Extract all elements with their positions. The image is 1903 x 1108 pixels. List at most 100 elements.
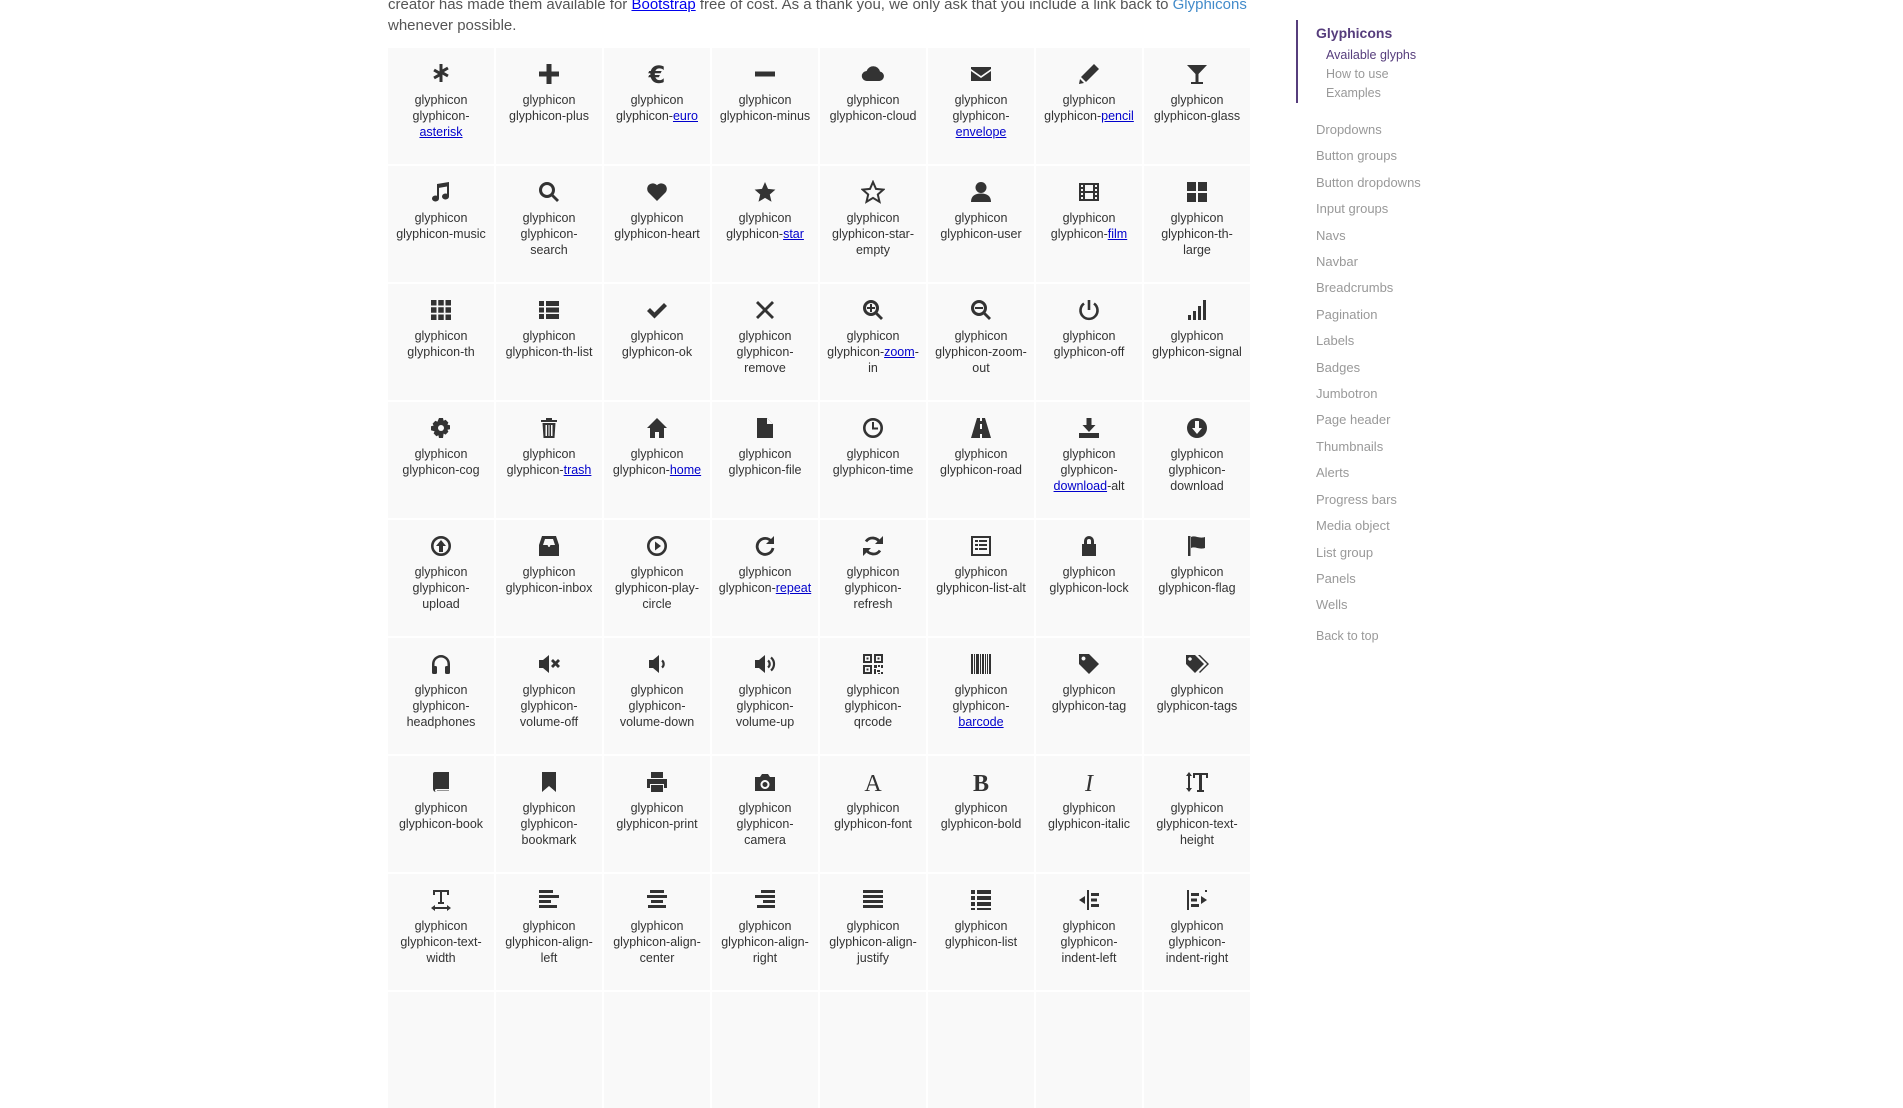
glyph-cell-text-width[interactable]: glyphicon glyphicon-text-width: [388, 874, 494, 990]
glyph-cell-camera[interactable]: glyphicon glyphicon-camera: [712, 756, 818, 872]
glyph-name-link[interactable]: barcode: [958, 715, 1003, 729]
glyph-cell-volume-up[interactable]: glyphicon glyphicon-volume-up: [712, 638, 818, 754]
glyph-cell-volume-off[interactable]: glyphicon glyphicon-volume-off: [496, 638, 602, 754]
glyph-cell-road[interactable]: glyphicon glyphicon-road: [928, 402, 1034, 518]
glyph-cell-inbox[interactable]: glyphicon glyphicon-inbox: [496, 520, 602, 636]
glyph-cell-align-right[interactable]: glyphicon glyphicon-align-right: [712, 874, 818, 990]
sidenav-item-navbar[interactable]: Navbar: [1296, 249, 1496, 275]
glyph-cell-cloud[interactable]: glyphicon glyphicon-cloud: [820, 48, 926, 164]
glyph-cell-volume-down[interactable]: glyphicon glyphicon-volume-down: [604, 638, 710, 754]
sidenav-item-dropdowns[interactable]: Dropdowns: [1296, 117, 1496, 143]
glyph-cell-font[interactable]: Aglyphicon glyphicon-font: [820, 756, 926, 872]
glyph-cell-th-list[interactable]: glyphicon glyphicon-th-list: [496, 284, 602, 400]
glyph-cell-file[interactable]: glyphicon glyphicon-file: [712, 402, 818, 518]
glyph-cell-music[interactable]: glyphicon glyphicon-music: [388, 166, 494, 282]
glyph-cell-upload[interactable]: glyphicon glyphicon-upload: [388, 520, 494, 636]
sidenav-sub-examples[interactable]: Examples: [1316, 84, 1496, 103]
glyph-cell-bold[interactable]: Bglyphicon glyphicon-bold: [928, 756, 1034, 872]
sidenav-item-list-group[interactable]: List group: [1296, 540, 1496, 566]
sidenav-item-breadcrumbs[interactable]: Breadcrumbs: [1296, 275, 1496, 301]
glyph-name-link[interactable]: pencil: [1101, 109, 1134, 123]
glyph-cell-indent-right[interactable]: glyphicon glyphicon-indent-right: [1144, 874, 1250, 990]
glyph-name-link[interactable]: zoom: [884, 345, 915, 359]
glyph-name-link[interactable]: film: [1108, 227, 1127, 241]
glyph-name-link[interactable]: trash: [564, 463, 592, 477]
glyph-cell-asterisk[interactable]: glyphicon glyphicon-asterisk: [388, 48, 494, 164]
glyph-name-link[interactable]: download: [1054, 479, 1108, 493]
sidenav-item-media-object[interactable]: Media object: [1296, 513, 1496, 539]
glyph-cell-download-alt[interactable]: glyphicon glyphicon-download-alt: [1036, 402, 1142, 518]
glyph-cell-zoom-out[interactable]: glyphicon glyphicon-zoom-out: [928, 284, 1034, 400]
sidenav-item-badges[interactable]: Badges: [1296, 355, 1496, 381]
glyph-cell-th-large[interactable]: glyphicon glyphicon-th-large: [1144, 166, 1250, 282]
glyph-cell-tags[interactable]: glyphicon glyphicon-tags: [1144, 638, 1250, 754]
glyph-cell-zoom-in[interactable]: glyphicon glyphicon-zoom-in: [820, 284, 926, 400]
glyph-cell-repeat[interactable]: glyphicon glyphicon-repeat: [712, 520, 818, 636]
glyph-cell-flag[interactable]: glyphicon glyphicon-flag: [1144, 520, 1250, 636]
sidenav-item-navs[interactable]: Navs: [1296, 223, 1496, 249]
glyph-cell-bookmark[interactable]: glyphicon glyphicon-bookmark: [496, 756, 602, 872]
bootstrap-link[interactable]: Bootstrap: [631, 0, 695, 13]
glyph-cell-th[interactable]: glyphicon glyphicon-th: [388, 284, 494, 400]
glyph-cell-time[interactable]: glyphicon glyphicon-time: [820, 402, 926, 518]
sidenav-item-labels[interactable]: Labels: [1296, 328, 1496, 354]
glyph-cell-list[interactable]: glyphicon glyphicon-list: [928, 874, 1034, 990]
glyph-cell-lock[interactable]: glyphicon glyphicon-lock: [1036, 520, 1142, 636]
sidenav-sub-how-to-use[interactable]: How to use: [1316, 65, 1496, 84]
sidenav-item-page-header[interactable]: Page header: [1296, 407, 1496, 433]
glyph-cell-remove[interactable]: glyphicon glyphicon-remove: [712, 284, 818, 400]
glyph-cell-list-alt[interactable]: glyphicon glyphicon-list-alt: [928, 520, 1034, 636]
sidenav-sub-available-glyphs[interactable]: Available glyphs: [1316, 46, 1496, 65]
sidenav-item-glyphicons[interactable]: Glyphicons: [1316, 20, 1496, 46]
glyph-name-link[interactable]: euro: [673, 109, 698, 123]
sidenav-item-wells[interactable]: Wells: [1296, 592, 1496, 618]
glyph-cell-heart[interactable]: glyphicon glyphicon-heart: [604, 166, 710, 282]
glyph-cell-barcode[interactable]: glyphicon glyphicon-barcode: [928, 638, 1034, 754]
back-to-top-link[interactable]: Back to top: [1296, 629, 1496, 643]
sidenav-item-alerts[interactable]: Alerts: [1296, 460, 1496, 486]
glyph-cell-refresh[interactable]: glyphicon glyphicon-refresh: [820, 520, 926, 636]
glyph-cell-qrcode[interactable]: glyphicon glyphicon-qrcode: [820, 638, 926, 754]
glyph-cell-star[interactable]: glyphicon glyphicon-star: [712, 166, 818, 282]
glyph-cell-glass[interactable]: glyphicon glyphicon-glass: [1144, 48, 1250, 164]
glyph-cell-star-empty[interactable]: glyphicon glyphicon-star-empty: [820, 166, 926, 282]
sidenav-item-pagination[interactable]: Pagination: [1296, 302, 1496, 328]
glyph-cell-euro[interactable]: € glyphicon glyphicon-euro: [604, 48, 710, 164]
glyph-cell-trash[interactable]: glyphicon glyphicon-trash: [496, 402, 602, 518]
glyph-cell-user[interactable]: glyphicon glyphicon-user: [928, 166, 1034, 282]
glyph-cell-pencil[interactable]: glyphicon glyphicon-pencil: [1036, 48, 1142, 164]
glyph-cell-envelope[interactable]: glyphicon glyphicon-envelope: [928, 48, 1034, 164]
glyph-cell-off[interactable]: glyphicon glyphicon-off: [1036, 284, 1142, 400]
glyph-name-link[interactable]: star: [783, 227, 804, 241]
glyph-cell-book[interactable]: glyphicon glyphicon-book: [388, 756, 494, 872]
sidenav-item-input-groups[interactable]: Input groups: [1296, 196, 1496, 222]
glyph-cell-minus[interactable]: glyphicon glyphicon-minus: [712, 48, 818, 164]
glyph-cell-align-center[interactable]: glyphicon glyphicon-align-center: [604, 874, 710, 990]
glyphicons-link[interactable]: Glyphicons: [1173, 0, 1247, 13]
sidenav-item-progress-bars[interactable]: Progress bars: [1296, 487, 1496, 513]
glyph-name-link[interactable]: repeat: [776, 581, 811, 595]
sidenav-item-jumbotron[interactable]: Jumbotron: [1296, 381, 1496, 407]
glyph-cell-film[interactable]: glyphicon glyphicon-film: [1036, 166, 1142, 282]
glyph-name-link[interactable]: envelope: [956, 125, 1007, 139]
glyph-cell-home[interactable]: glyphicon glyphicon-home: [604, 402, 710, 518]
glyph-cell-tag[interactable]: glyphicon glyphicon-tag: [1036, 638, 1142, 754]
glyph-cell-ok[interactable]: glyphicon glyphicon-ok: [604, 284, 710, 400]
glyph-cell-search[interactable]: glyphicon glyphicon-search: [496, 166, 602, 282]
glyph-cell-download[interactable]: glyphicon glyphicon-download: [1144, 402, 1250, 518]
sidenav-item-thumbnails[interactable]: Thumbnails: [1296, 434, 1496, 460]
glyph-cell-play-circle[interactable]: glyphicon glyphicon-play-circle: [604, 520, 710, 636]
glyph-cell-align-justify[interactable]: glyphicon glyphicon-align-justify: [820, 874, 926, 990]
sidenav-item-panels[interactable]: Panels: [1296, 566, 1496, 592]
glyph-cell-signal[interactable]: glyphicon glyphicon-signal: [1144, 284, 1250, 400]
glyph-cell-print[interactable]: glyphicon glyphicon-print: [604, 756, 710, 872]
glyph-cell-indent-left[interactable]: glyphicon glyphicon-indent-left: [1036, 874, 1142, 990]
glyph-cell-cog[interactable]: glyphicon glyphicon-cog: [388, 402, 494, 518]
glyph-cell-align-left[interactable]: glyphicon glyphicon-align-left: [496, 874, 602, 990]
sidenav-item-button-dropdowns[interactable]: Button dropdowns: [1296, 170, 1496, 196]
glyph-name-link[interactable]: asterisk: [419, 125, 462, 139]
sidenav-item-button-groups[interactable]: Button groups: [1296, 143, 1496, 169]
glyph-name-link[interactable]: home: [670, 463, 701, 477]
glyph-cell-headphones[interactable]: glyphicon glyphicon-headphones: [388, 638, 494, 754]
glyph-cell-text-height[interactable]: glyphicon glyphicon-text-height: [1144, 756, 1250, 872]
